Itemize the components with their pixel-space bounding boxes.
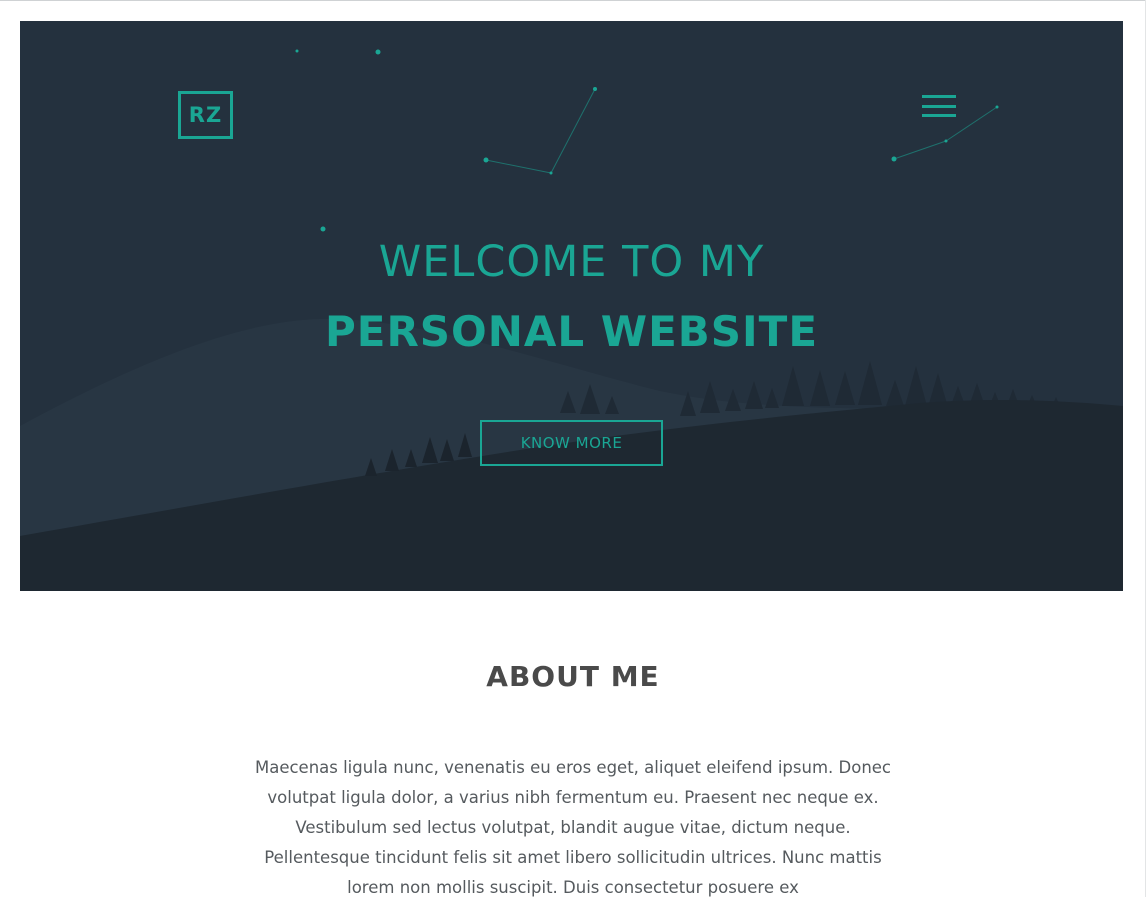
- know-more-label: KNOW MORE: [520, 434, 623, 452]
- menu-bar-bottom: [922, 114, 956, 117]
- page-top-border: [0, 0, 1146, 1]
- site-logo[interactable]: RZ: [178, 91, 233, 139]
- hero-headline-line2: PERSONAL WEBSITE: [324, 307, 819, 356]
- hamburger-menu-icon[interactable]: [922, 93, 956, 119]
- about-body: Maecenas ligula nunc, venenatis eu eros …: [254, 758, 892, 897]
- hero-section: RZ WELCOME TO MY PERSONAL WEBSITE KNOW M…: [20, 21, 1123, 591]
- know-more-button[interactable]: KNOW MORE: [480, 420, 663, 466]
- hero-headline-line1: WELCOME TO MY: [378, 237, 765, 287]
- hero-headline: WELCOME TO MY PERSONAL WEBSITE: [20, 234, 1123, 362]
- menu-bar-top: [922, 95, 956, 98]
- logo-text: RZ: [188, 103, 223, 127]
- menu-bar-middle: [922, 104, 956, 108]
- about-title: ABOUT ME: [486, 660, 660, 693]
